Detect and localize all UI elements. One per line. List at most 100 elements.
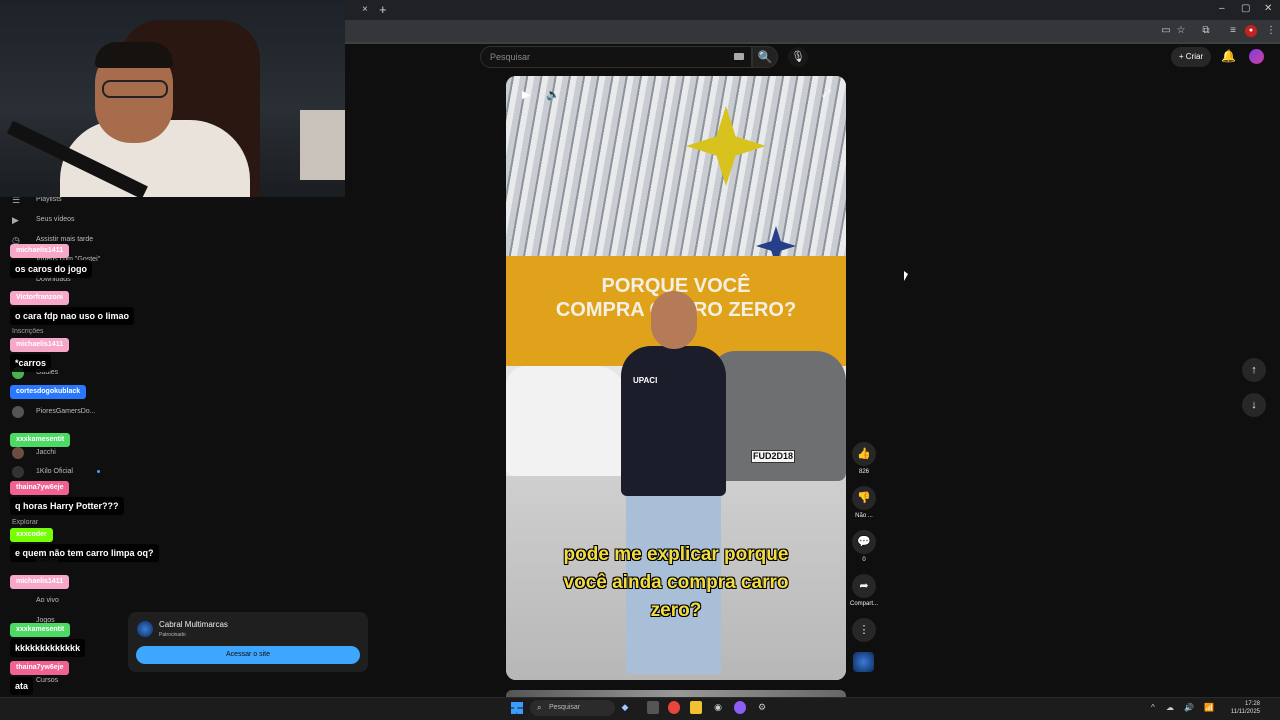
sidebar-item-live[interactable]: Ao vivo (36, 597, 59, 604)
steam-icon[interactable]: ◉ (712, 701, 724, 714)
chat-message: os caros do jogo (10, 260, 93, 278)
chat-username: xxxkamesentit (10, 433, 71, 447)
sidebar-channel-1kilo[interactable]: 1Kilo Oficial (36, 468, 73, 475)
your-videos-icon: ▶ (12, 215, 19, 225)
task-view-icon[interactable] (647, 701, 659, 714)
background-shelf (300, 110, 345, 180)
keyboard-icon[interactable] (734, 53, 744, 60)
close-window-button[interactable]: ✕ (1264, 3, 1272, 14)
toolbar-divider (345, 42, 1280, 44)
chat-username: cortesdogokublack (10, 385, 87, 399)
volume-icon[interactable]: 🔈 (546, 88, 560, 101)
caption-line: você ainda compra carro (563, 572, 789, 593)
chat-message: *carros (10, 354, 52, 372)
tray-chevron-icon[interactable]: ^ (1151, 703, 1155, 712)
network-icon[interactable]: 📶 (1204, 703, 1214, 712)
video-license-plate: FUD2D18 (751, 450, 795, 463)
video-person-shirt (621, 346, 726, 496)
clock-date: 11/11/2025 (1230, 709, 1260, 715)
chat-message: e quem não tem carro limpa oq? (10, 544, 159, 562)
sponsored-label: Patrocinado (159, 632, 186, 638)
previous-short-button[interactable]: ↑ (1242, 358, 1266, 382)
account-avatar[interactable] (1249, 49, 1264, 64)
file-explorer-icon[interactable] (690, 701, 702, 714)
taskbar-clock[interactable]: 17:28 11/11/2025 (1228, 700, 1260, 716)
extensions-icon[interactable]: ⧉ (1200, 25, 1212, 37)
short-video-player[interactable]: PORQUE VOCÊ COMPRA CARRO ZERO? FUD2D18 U… (506, 76, 846, 680)
mic-button[interactable]: 🎙 (788, 47, 808, 67)
search-placeholder: Pesquisar (490, 52, 531, 62)
chat-message: kkkkkkkkkkkkk (10, 639, 86, 657)
channel-avatar-button[interactable] (853, 652, 874, 672)
dislike-label: Não ... (855, 513, 873, 519)
chat-username: Victorfranzoni (10, 291, 69, 305)
explore-header: Explorar (12, 519, 39, 526)
sidebar-item-courses[interactable]: Cursos (36, 677, 58, 684)
profile-icon[interactable]: ● (1245, 25, 1257, 37)
chat-username: michaelis1411 (10, 338, 70, 352)
search-button[interactable]: 🔍 (752, 46, 778, 68)
star-icon[interactable]: ☆ (1175, 25, 1187, 37)
chat-username: michaelis1411 (10, 575, 70, 589)
advertiser-logo (137, 621, 153, 637)
tab-close-icon[interactable]: × (362, 4, 368, 15)
sidebar-item-watch-later[interactable]: Assistir mais tarde (36, 236, 93, 243)
like-count: 826 (858, 469, 869, 475)
visit-site-button[interactable]: Acessar o site (136, 646, 360, 664)
streamer-glasses (102, 80, 168, 98)
sidebar-item-your-videos[interactable]: Seus vídeos (36, 216, 75, 223)
mouse-cursor (904, 271, 908, 281)
more-options-button[interactable]: ⋮ (852, 618, 876, 642)
channel-avatar (12, 466, 24, 478)
maximize-button[interactable]: ▢ (1241, 3, 1250, 14)
menu-icon[interactable]: ⋮ (1265, 25, 1277, 37)
chat-username: thaina7yw6eje (10, 661, 70, 675)
minimize-button[interactable]: – (1219, 3, 1225, 14)
cloud-icon[interactable]: ☁ (1166, 703, 1174, 712)
chrome-icon[interactable] (668, 701, 680, 714)
share-label: Compart... (849, 601, 878, 607)
subscriptions-header[interactable]: Inscrições (12, 328, 44, 335)
fullscreen-icon[interactable]: ⤢ (822, 88, 831, 101)
sidebar-channel-jacchi[interactable]: Jacchi (36, 449, 56, 456)
windows-taskbar (0, 697, 1280, 720)
cast-icon[interactable]: ▭ (1160, 25, 1172, 37)
video-white-car (506, 366, 626, 476)
chat-message: ata (10, 677, 34, 695)
video-shirt-logo: UPACI (633, 376, 658, 385)
like-button[interactable]: 👍 (852, 442, 876, 466)
chat-username: xxxkamesentit (10, 623, 71, 637)
copilot-icon[interactable]: ◆ (619, 701, 631, 714)
sidebar-channel-pioresgamers[interactable]: PioresGamersDo... (36, 408, 96, 415)
bell-icon[interactable]: 🔔 (1221, 49, 1236, 63)
chat-message: q horas Harry Potter??? (10, 497, 124, 515)
chat-message: o cara fdp nao uso o limao (10, 307, 135, 325)
dislike-button[interactable]: 👎 (852, 486, 876, 510)
taskbar-search-text: Pesquisar (549, 704, 581, 711)
next-short-button[interactable]: ↓ (1242, 393, 1266, 417)
media-icon[interactable]: ≡ (1227, 25, 1239, 37)
chat-username: xxxcoder (10, 528, 53, 542)
taskbar-search-icon: ⌕ (537, 703, 542, 712)
channel-avatar (12, 406, 24, 418)
comment-count: 0 (862, 557, 866, 563)
create-button[interactable]: + Criar (1171, 47, 1211, 67)
streamer-webcam (0, 0, 345, 197)
volume-tray-icon[interactable]: 🔊 (1184, 703, 1194, 712)
comments-button[interactable]: 💬 (852, 530, 876, 554)
live-dot (97, 470, 100, 473)
chat-username: thaina7yw6eje (10, 481, 70, 495)
share-button[interactable]: ➦ (852, 574, 876, 598)
play-icon[interactable]: ▶ (522, 88, 530, 101)
video-ceiling-decor (506, 76, 846, 286)
new-tab-button[interactable]: + (379, 2, 387, 17)
caption-line: pode me explicar porque (563, 544, 789, 565)
advertiser-name: Cabral Multimarcas (159, 620, 228, 629)
clock-time: 17:28 (1244, 701, 1260, 707)
sidebar-item-playlists[interactable]: Playlists (36, 196, 62, 203)
video-caption: pode me explicar porque você ainda compr… (506, 541, 846, 625)
obs-icon[interactable] (734, 701, 746, 714)
caption-line: zero? (650, 600, 702, 621)
settings-icon[interactable]: ⚙ (756, 701, 768, 714)
chat-username: michaelis1411 (10, 244, 70, 258)
